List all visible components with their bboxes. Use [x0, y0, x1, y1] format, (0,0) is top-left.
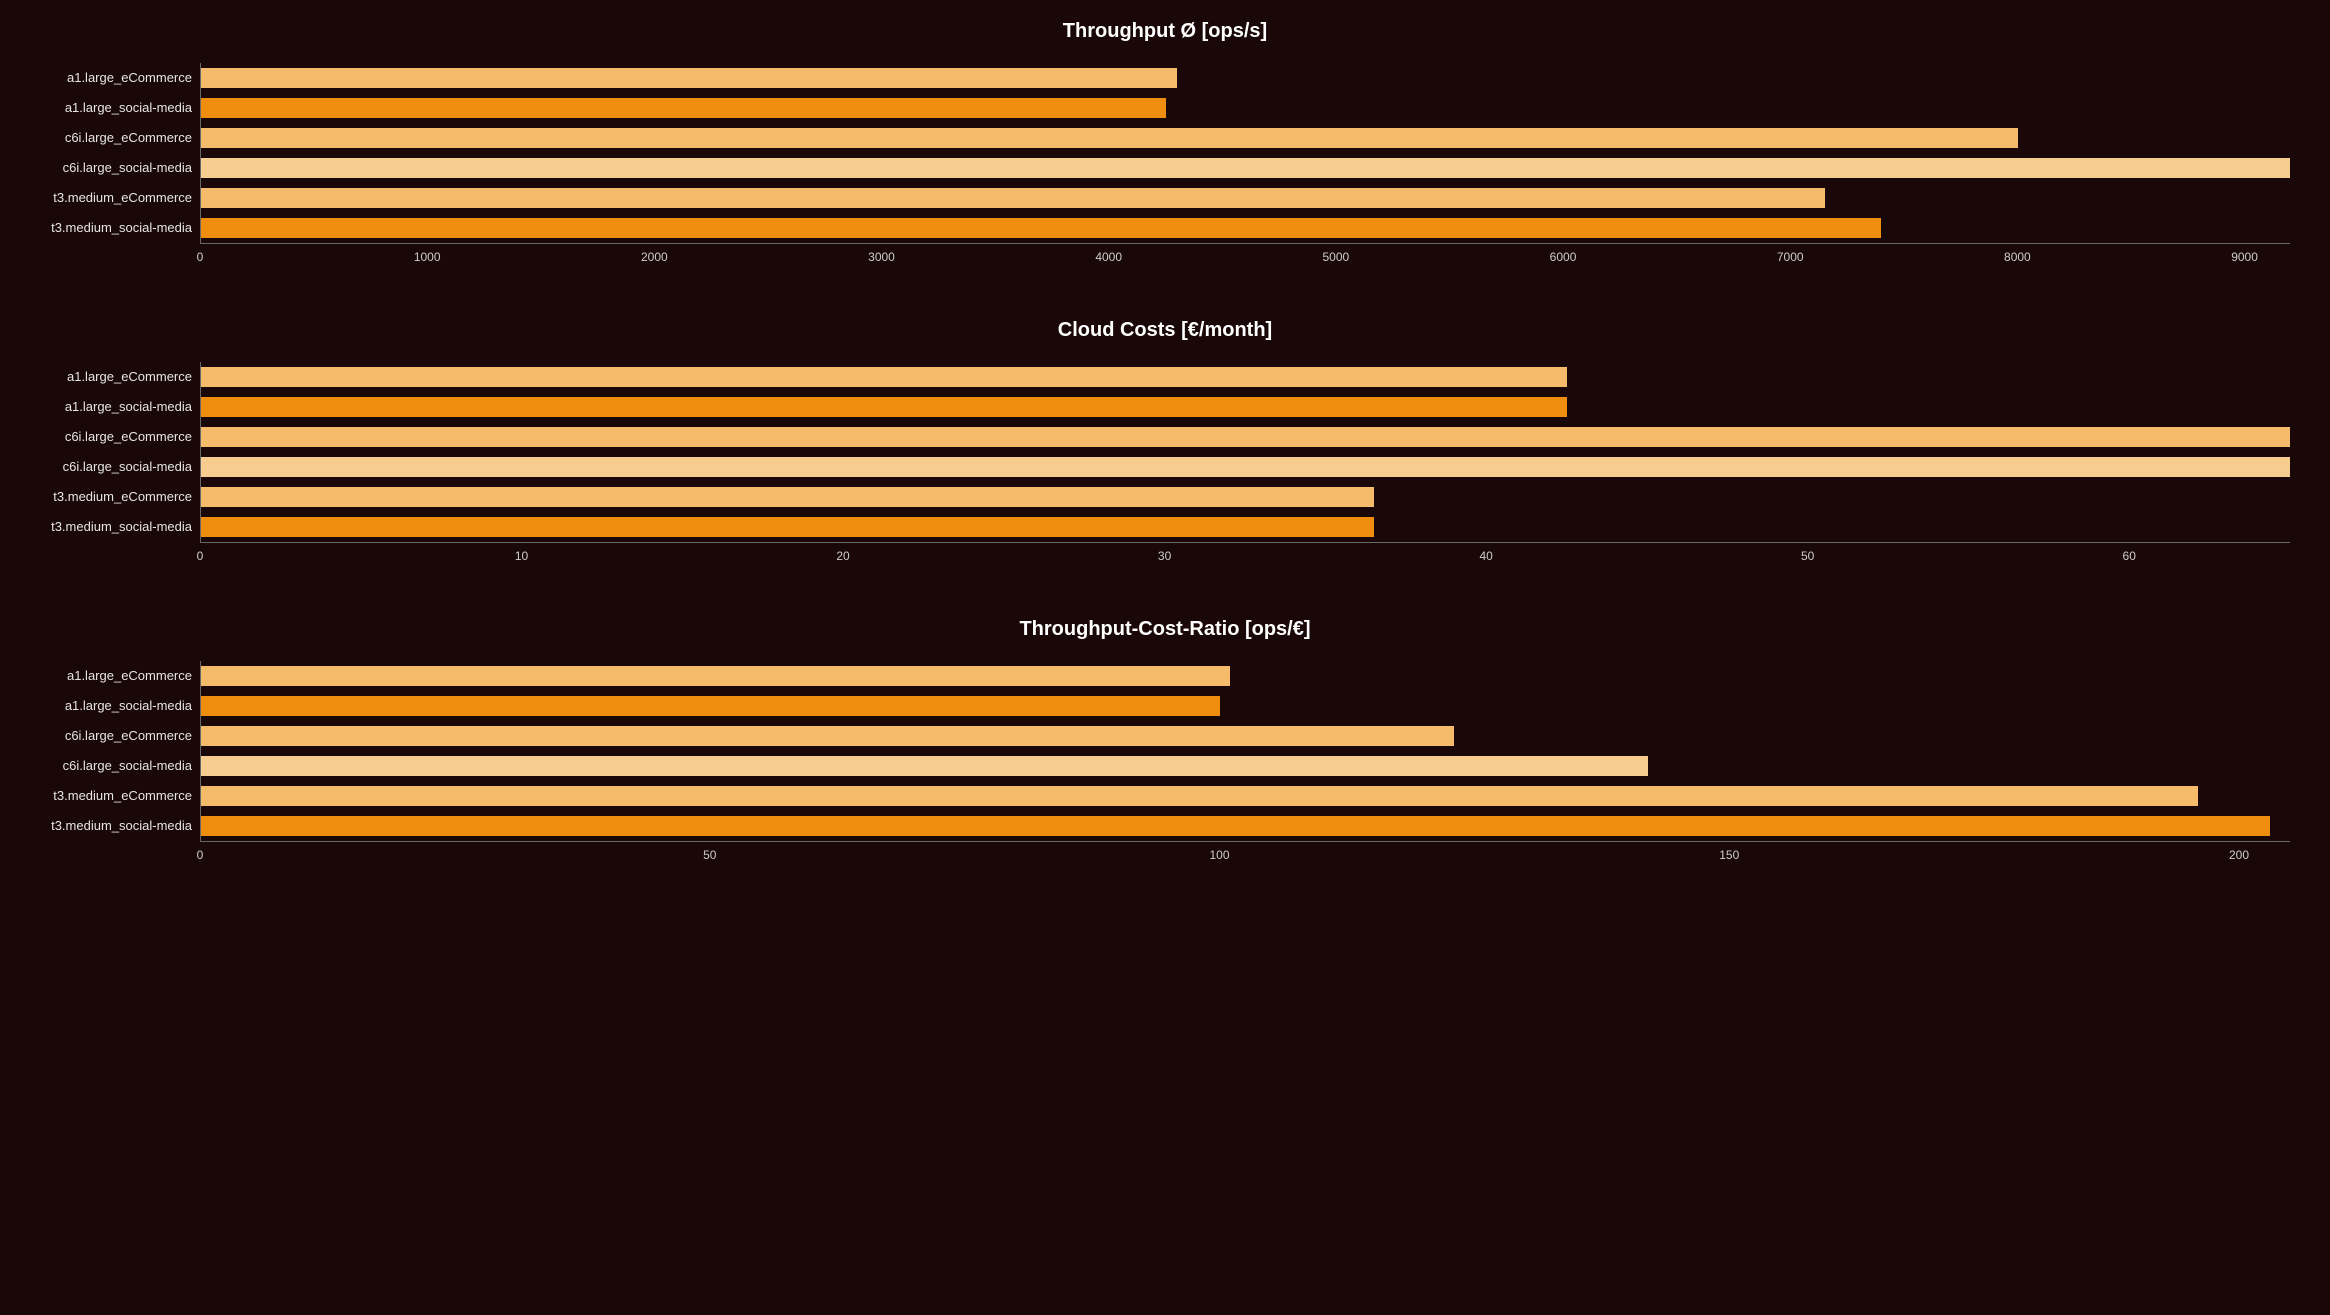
bar-row — [201, 512, 2290, 542]
chart-throughput-cost-ratio: Throughput-Cost-Ratio [ops/€] a1.large_e… — [40, 618, 2290, 867]
bar-row — [201, 482, 2290, 512]
chart-body: a1.large_eCommerce a1.large_social-media… — [40, 362, 2290, 543]
y-label: c6i.large_eCommerce — [40, 123, 192, 153]
chart-title: Throughput-Cost-Ratio [ops/€] — [40, 618, 2290, 641]
y-label: a1.large_social-media — [40, 93, 192, 123]
y-label: a1.large_social-media — [40, 691, 192, 721]
x-tick: 2000 — [641, 250, 668, 264]
y-label: t3.medium_eCommerce — [40, 781, 192, 811]
x-tick: 20 — [836, 549, 849, 563]
y-label: c6i.large_social-media — [40, 751, 192, 781]
x-tick: 4000 — [1095, 250, 1122, 264]
bar — [201, 517, 1374, 537]
bar — [201, 666, 1230, 686]
x-axis: 0 10 20 30 40 50 60 — [200, 543, 2290, 568]
x-tick: 50 — [1801, 549, 1814, 563]
bar — [201, 68, 1177, 88]
bar — [201, 427, 2290, 447]
bar-row — [201, 691, 2290, 721]
bar-row — [201, 751, 2290, 781]
page: Throughput Ø [ops/s] a1.large_eCommerce … — [0, 0, 2330, 947]
x-tick: 5000 — [1323, 250, 1350, 264]
bar-row — [201, 183, 2290, 213]
y-label: t3.medium_social-media — [40, 213, 192, 243]
bar-row — [201, 811, 2290, 841]
x-axis: 0 1000 2000 3000 4000 5000 6000 7000 8000 9000 — [200, 244, 2290, 269]
bar-row — [201, 123, 2290, 153]
bar-row — [201, 213, 2290, 243]
bar-row — [201, 721, 2290, 751]
bars-container — [201, 362, 2290, 542]
bar — [201, 397, 1567, 417]
y-label: t3.medium_eCommerce — [40, 482, 192, 512]
y-label: t3.medium_social-media — [40, 512, 192, 542]
plot-area — [200, 362, 2290, 543]
y-axis-labels: a1.large_eCommerce a1.large_social-media… — [40, 362, 200, 543]
x-tick: 9000 — [2231, 250, 2258, 264]
x-axis: 0 50 100 150 200 — [200, 842, 2290, 867]
x-tick: 100 — [1209, 848, 1229, 862]
x-tick: 3000 — [868, 250, 895, 264]
x-tick: 150 — [1719, 848, 1739, 862]
y-label: c6i.large_social-media — [40, 153, 192, 183]
y-label: c6i.large_eCommerce — [40, 721, 192, 751]
bar-row — [201, 422, 2290, 452]
plot-area — [200, 63, 2290, 244]
bar-row — [201, 93, 2290, 123]
x-tick: 50 — [703, 848, 716, 862]
bars-container — [201, 661, 2290, 841]
chart-cloud-costs: Cloud Costs [€/month] a1.large_eCommerce… — [40, 319, 2290, 568]
chart-body: a1.large_eCommerce a1.large_social-media… — [40, 63, 2290, 244]
x-tick: 60 — [2123, 549, 2136, 563]
bar — [201, 98, 1166, 118]
bar-row — [201, 63, 2290, 93]
y-label: t3.medium_social-media — [40, 811, 192, 841]
bar — [201, 218, 1881, 238]
x-tick: 10 — [515, 549, 528, 563]
x-tick: 0 — [197, 549, 204, 563]
bar — [201, 726, 1454, 746]
x-tick: 7000 — [1777, 250, 1804, 264]
bar — [201, 128, 2018, 148]
x-tick: 0 — [197, 848, 204, 862]
bar-row — [201, 781, 2290, 811]
bar — [201, 816, 2270, 836]
x-tick: 8000 — [2004, 250, 2031, 264]
plot-area — [200, 661, 2290, 842]
chart-throughput: Throughput Ø [ops/s] a1.large_eCommerce … — [40, 20, 2290, 269]
x-tick: 40 — [1479, 549, 1492, 563]
y-label: a1.large_eCommerce — [40, 63, 192, 93]
x-tick: 1000 — [414, 250, 441, 264]
chart-body: a1.large_eCommerce a1.large_social-media… — [40, 661, 2290, 842]
bars-container — [201, 63, 2290, 243]
bar — [201, 786, 2198, 806]
bar — [201, 188, 1825, 208]
bar — [201, 457, 2290, 477]
bar — [201, 756, 1648, 776]
bar-row — [201, 661, 2290, 691]
chart-title: Cloud Costs [€/month] — [40, 319, 2290, 342]
y-axis-labels: a1.large_eCommerce a1.large_social-media… — [40, 661, 200, 842]
y-label: a1.large_social-media — [40, 392, 192, 422]
y-label: a1.large_eCommerce — [40, 362, 192, 392]
bar — [201, 696, 1220, 716]
x-tick: 6000 — [1550, 250, 1577, 264]
bar-row — [201, 362, 2290, 392]
bar-row — [201, 153, 2290, 183]
y-label: c6i.large_eCommerce — [40, 422, 192, 452]
x-tick: 200 — [2229, 848, 2249, 862]
y-axis-labels: a1.large_eCommerce a1.large_social-media… — [40, 63, 200, 244]
bar — [201, 487, 1374, 507]
x-tick: 30 — [1158, 549, 1171, 563]
x-tick: 0 — [197, 250, 204, 264]
bar — [201, 367, 1567, 387]
y-label: c6i.large_social-media — [40, 452, 192, 482]
y-label: a1.large_eCommerce — [40, 661, 192, 691]
bar-row — [201, 392, 2290, 422]
bar — [201, 158, 2290, 178]
bar-row — [201, 452, 2290, 482]
chart-title: Throughput Ø [ops/s] — [40, 20, 2290, 43]
y-label: t3.medium_eCommerce — [40, 183, 192, 213]
